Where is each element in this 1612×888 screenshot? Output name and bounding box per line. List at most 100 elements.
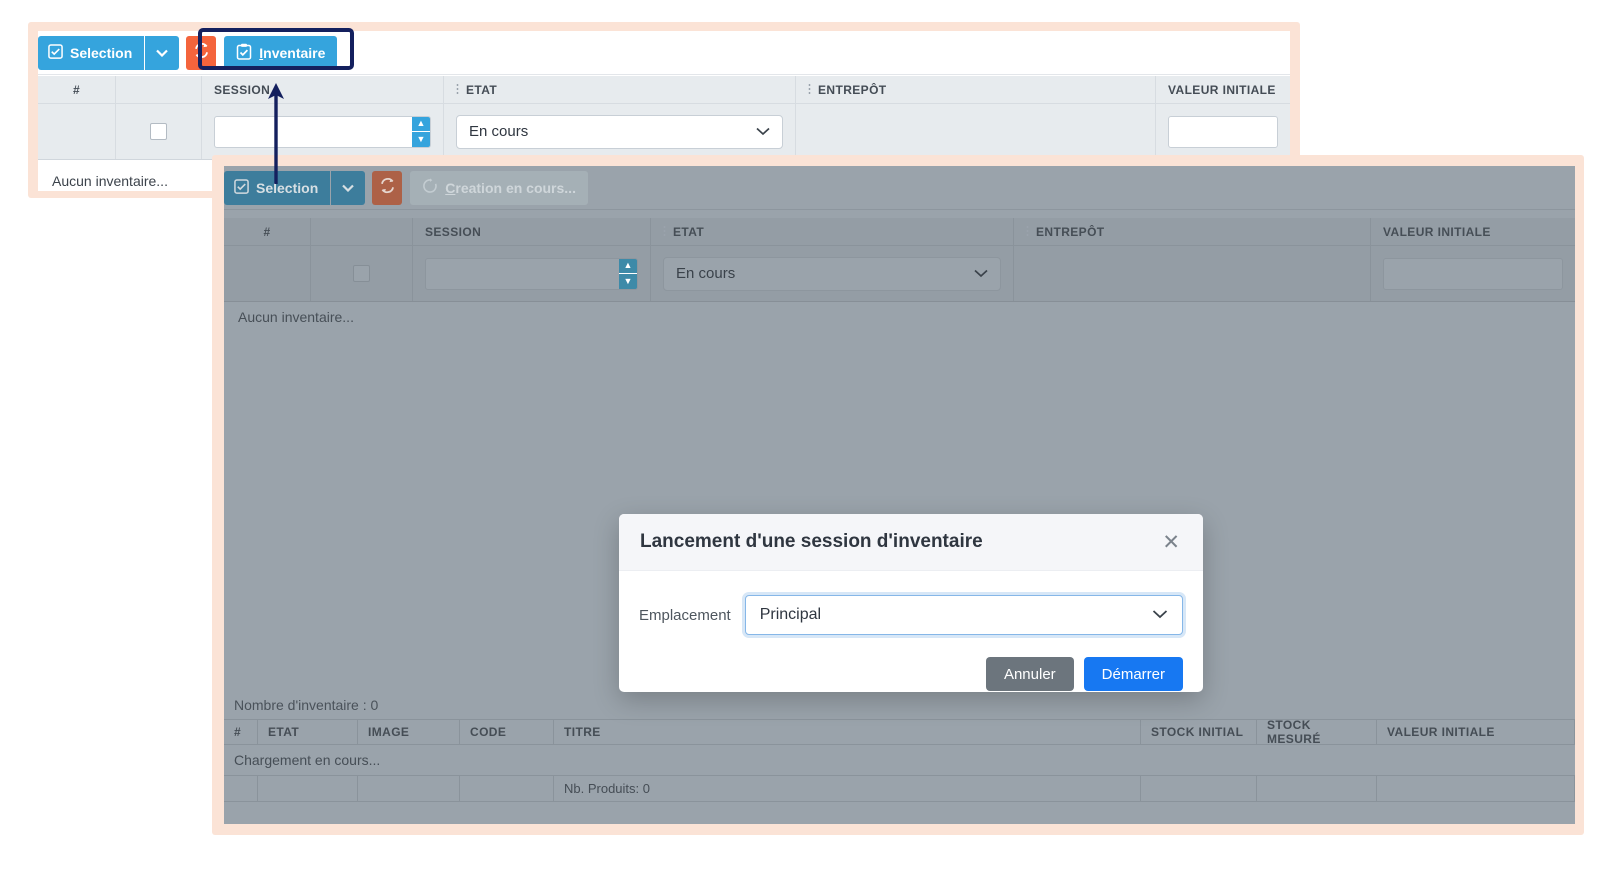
column-header-valeur-initiale[interactable]: VALEUR INITIALE xyxy=(1370,218,1575,245)
inventaire-button[interactable]: Inventaire xyxy=(224,35,338,70)
modal-body: Emplacement Principal xyxy=(619,571,1203,635)
creation-en-cours-button[interactable]: Creation en cours... xyxy=(410,170,588,205)
column-header-entrepot[interactable]: ENTREPÔT xyxy=(795,76,1155,103)
modal-footer: Annuler Démarrer xyxy=(619,635,1203,692)
products-column-image-label: IMAGE xyxy=(368,725,410,739)
checkbox-checked-icon xyxy=(234,178,249,197)
select-all-checkbox[interactable] xyxy=(150,123,167,140)
column-grip-icon[interactable] xyxy=(456,83,459,96)
chevron-down-icon xyxy=(756,123,770,140)
valeur-initiale-filter-input[interactable] xyxy=(1383,257,1563,290)
selection-dropdown-toggle[interactable] xyxy=(145,35,180,70)
filter-cell-entrepot xyxy=(795,104,1155,159)
column-header-index[interactable]: # xyxy=(224,218,310,245)
column-header-index-label: # xyxy=(263,224,271,239)
emplacement-label: Emplacement xyxy=(639,606,731,624)
column-grip-icon[interactable] xyxy=(808,83,811,96)
products-column-index-label: # xyxy=(234,725,242,739)
clipboard-check-icon xyxy=(236,43,252,63)
creation-button-label-rest: reation en cours... xyxy=(455,179,576,196)
products-header-row: # ETAT IMAGE CODE TITRE STOCK INITIAL ST… xyxy=(224,718,1575,746)
products-table: # ETAT IMAGE CODE TITRE STOCK INITIAL ST… xyxy=(224,718,1575,824)
column-header-session-label: SESSION xyxy=(425,224,482,239)
emplacement-value: Principal xyxy=(759,606,822,623)
filter-cell-index xyxy=(224,246,310,301)
cancel-button[interactable]: Annuler xyxy=(985,657,1074,691)
valeur-initiale-filter-input[interactable] xyxy=(1168,115,1278,148)
inventaire-button-label-rest: nventaire xyxy=(263,44,326,61)
products-column-image[interactable]: IMAGE xyxy=(358,720,460,744)
products-column-titre-label: TITRE xyxy=(564,725,601,739)
select-all-checkbox[interactable] xyxy=(353,265,370,282)
filter-cell-checkbox xyxy=(310,246,412,301)
chevron-down-icon xyxy=(1152,606,1168,624)
column-header-valeur-initiale-label: VALEUR INITIALE xyxy=(1168,82,1276,97)
filter-cell-session: ▲ ▼ xyxy=(412,246,650,301)
checkbox-checked-icon xyxy=(48,43,63,62)
stepper-up-icon[interactable]: ▲ xyxy=(619,258,637,274)
top-table-header-row: # SESSION ETAT ENTREPÔT VALEUR INITIALE xyxy=(38,76,1290,104)
stepper-down-icon[interactable]: ▼ xyxy=(412,132,430,147)
etat-filter-select[interactable]: En cours xyxy=(663,256,1001,291)
products-footer-valeur-initiale xyxy=(1377,776,1575,801)
filter-cell-entrepot xyxy=(1013,246,1370,301)
column-header-etat[interactable]: ETAT xyxy=(443,76,795,103)
products-footer-index xyxy=(224,776,258,801)
column-header-session[interactable]: SESSION xyxy=(201,76,443,103)
selection-button[interactable]: Selection xyxy=(38,35,145,70)
column-header-valeur-initiale-label: VALEUR INITIALE xyxy=(1383,224,1491,239)
filter-cell-valeur-initiale xyxy=(1370,246,1575,301)
products-column-etat-label: ETAT xyxy=(268,725,300,739)
etat-filter-value: En cours xyxy=(676,265,736,282)
stepper-up-icon[interactable]: ▲ xyxy=(412,116,430,132)
products-column-index[interactable]: # xyxy=(224,720,258,744)
products-column-code[interactable]: CODE xyxy=(460,720,554,744)
column-grip-icon[interactable] xyxy=(1026,225,1029,238)
products-column-stock-mesure[interactable]: STOCK MESURÉ xyxy=(1257,718,1377,746)
products-column-etat[interactable]: ETAT xyxy=(258,720,358,744)
modal-header: Lancement d'une session d'inventaire ✕ xyxy=(619,514,1203,571)
filter-cell-index xyxy=(38,104,115,159)
column-header-index-label: # xyxy=(72,82,81,97)
chevron-down-icon xyxy=(156,44,169,62)
column-header-entrepot-label: ENTREPÔT xyxy=(1036,224,1105,239)
stepper-down-icon[interactable]: ▼ xyxy=(619,274,637,289)
spinner-icon xyxy=(422,178,438,197)
column-header-valeur-initiale[interactable]: VALEUR INITIALE xyxy=(1155,76,1290,103)
refresh-button[interactable] xyxy=(372,170,403,205)
emplacement-select[interactable]: Principal xyxy=(744,595,1183,635)
refresh-button[interactable] xyxy=(186,35,217,70)
main-table-empty-message: Aucun inventaire... xyxy=(238,309,354,325)
session-stepper[interactable]: ▲ ▼ xyxy=(412,116,430,147)
etat-filter-select[interactable]: En cours xyxy=(456,114,783,149)
session-stepper[interactable]: ▲ ▼ xyxy=(619,258,637,289)
column-header-entrepot[interactable]: ENTREPÔT xyxy=(1013,218,1370,245)
session-filter-input[interactable] xyxy=(426,258,619,289)
products-column-stock-initial[interactable]: STOCK INITIAL xyxy=(1141,720,1257,744)
products-column-valeur-initiale[interactable]: VALEUR INITIALE xyxy=(1377,720,1575,744)
creation-accesskey: C xyxy=(445,179,456,196)
close-icon[interactable]: ✕ xyxy=(1158,530,1184,555)
session-filter-input[interactable] xyxy=(215,116,412,147)
refresh-icon xyxy=(379,177,396,199)
start-button[interactable]: Démarrer xyxy=(1083,657,1183,691)
filter-cell-etat: En cours xyxy=(443,104,795,159)
main-panel-toolbar: Selection Creation en cours... xyxy=(224,166,1575,210)
products-footer-row: Nb. Produits: 0 xyxy=(224,775,1575,801)
etat-filter-value: En cours xyxy=(469,123,529,140)
inventory-session-modal: Lancement d'une session d'inventaire ✕ E… xyxy=(619,514,1203,692)
products-column-titre[interactable]: TITRE xyxy=(554,720,1141,744)
products-footer-stock-mesure xyxy=(1257,776,1377,801)
filter-cell-valeur-initiale xyxy=(1155,104,1290,159)
session-filter[interactable]: ▲ ▼ xyxy=(425,257,638,290)
products-footer-etat xyxy=(258,776,358,801)
column-header-index[interactable]: # xyxy=(38,76,115,103)
column-header-etat[interactable]: ETAT xyxy=(650,218,1013,245)
selection-dropdown-toggle[interactable] xyxy=(331,170,366,205)
column-header-session[interactable]: SESSION xyxy=(412,218,650,245)
chevron-down-icon xyxy=(342,179,355,197)
refresh-icon xyxy=(193,42,210,64)
session-filter[interactable]: ▲ ▼ xyxy=(214,115,431,148)
products-footer-image xyxy=(358,776,460,801)
column-grip-icon[interactable] xyxy=(663,225,666,238)
